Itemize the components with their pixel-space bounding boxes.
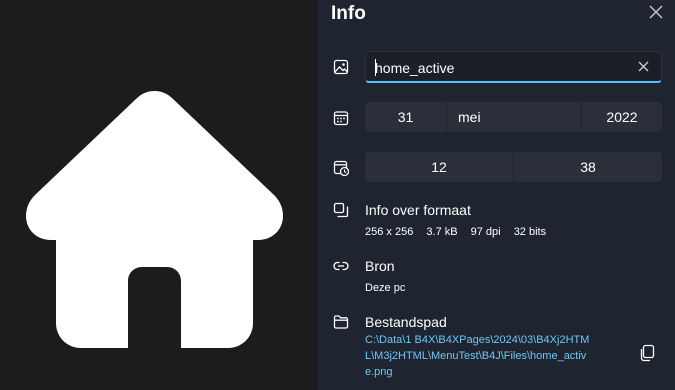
name-field[interactable] [365,51,662,83]
resize-icon [333,202,349,218]
format-label: Info over formaat [365,202,471,218]
clear-icon[interactable] [638,61,649,72]
source-value: Deze pc [365,282,406,294]
house-icon [26,91,283,348]
size-value: 3.7 kB [426,226,458,238]
bits-value: 32 bits [513,226,547,238]
link-icon [333,261,349,271]
file-path-link[interactable]: C:\Data\1 B4X\B4XPages\2024\03\B4Xj2HTML… [365,332,595,380]
copy-icon[interactable] [638,344,656,362]
folder-icon [333,315,349,329]
month-selector[interactable]: mei [447,102,581,132]
info-panel: Info 31 mei 2022 12 38 Info over formaa [316,0,675,390]
name-input[interactable] [375,58,625,78]
image-preview [0,0,316,390]
minute-selector[interactable]: 38 [514,152,662,182]
format-details: 256 x 256 3.7 kB 97 dpi 32 bits [365,226,556,238]
source-label: Bron [365,258,395,274]
image-icon [333,59,349,75]
hour-selector[interactable]: 12 [365,152,513,182]
dpi-value: 97 dpi [470,226,501,238]
day-selector[interactable]: 31 [365,102,446,132]
calendar-icon [333,111,349,126]
year-selector[interactable]: 2022 [582,102,662,132]
panel-title: Info [331,3,366,24]
dimensions-value: 256 x 256 [365,226,414,238]
file-path-label: Bestandspad [365,314,447,330]
clock-icon [333,160,349,176]
close-icon[interactable] [648,4,664,20]
text-caret [375,59,376,76]
